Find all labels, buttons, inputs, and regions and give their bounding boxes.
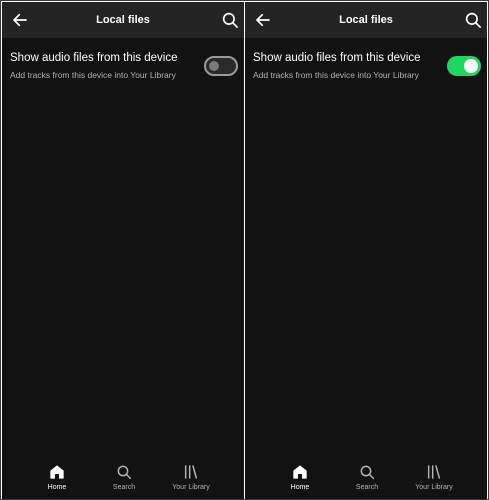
top-bar: Local files xyxy=(2,2,244,38)
phone-screen-toggle-on: Local files Show audio files from this d… xyxy=(245,2,487,499)
page-title: Local files xyxy=(339,14,393,26)
phone-screen-toggle-off: Local files Show audio files from this d… xyxy=(2,2,244,499)
nav-item-home[interactable]: Home xyxy=(270,459,330,499)
library-icon xyxy=(182,463,200,481)
comparison-frame: Local files Show audio files from this d… xyxy=(0,0,489,500)
search-icon xyxy=(358,463,376,481)
bottom-navigation: Home Search Your Library xyxy=(245,459,487,499)
page-title: Local files xyxy=(96,14,150,26)
nav-label: Your Library xyxy=(415,484,453,491)
library-icon xyxy=(425,463,443,481)
back-button[interactable] xyxy=(251,8,275,32)
setting-subtitle: Add tracks from this device into Your Li… xyxy=(10,70,176,80)
nav-label: Search xyxy=(355,484,379,491)
back-arrow-icon xyxy=(256,13,270,27)
nav-label: Your Library xyxy=(172,484,210,491)
home-icon xyxy=(291,463,309,481)
home-icon xyxy=(48,463,66,481)
search-icon xyxy=(115,463,133,481)
nav-item-search[interactable]: Search xyxy=(337,459,397,499)
toggle-knob xyxy=(464,59,478,73)
back-arrow-icon xyxy=(13,13,27,27)
search-button[interactable] xyxy=(461,8,485,32)
nav-item-library[interactable]: Your Library xyxy=(161,459,221,499)
nav-label: Home xyxy=(47,484,67,491)
setting-row-local-files: Show audio files from this device Add tr… xyxy=(2,46,244,86)
local-files-toggle[interactable] xyxy=(204,56,238,76)
setting-title: Show audio files from this device xyxy=(253,52,421,64)
nav-label: Home xyxy=(290,484,310,491)
nav-item-home[interactable]: Home xyxy=(27,459,87,499)
top-bar: Local files xyxy=(245,2,487,38)
search-icon xyxy=(222,12,238,28)
bottom-navigation: Home Search Your Library xyxy=(2,459,244,499)
nav-item-library[interactable]: Your Library xyxy=(404,459,464,499)
back-button[interactable] xyxy=(8,8,32,32)
nav-item-search[interactable]: Search xyxy=(94,459,154,499)
local-files-toggle[interactable] xyxy=(447,56,481,76)
nav-label: Search xyxy=(112,484,136,491)
setting-title: Show audio files from this device xyxy=(10,52,178,64)
search-button[interactable] xyxy=(218,8,242,32)
toggle-knob xyxy=(209,61,219,71)
search-icon xyxy=(465,12,481,28)
setting-subtitle: Add tracks from this device into Your Li… xyxy=(253,70,419,80)
setting-row-local-files: Show audio files from this device Add tr… xyxy=(245,46,487,86)
